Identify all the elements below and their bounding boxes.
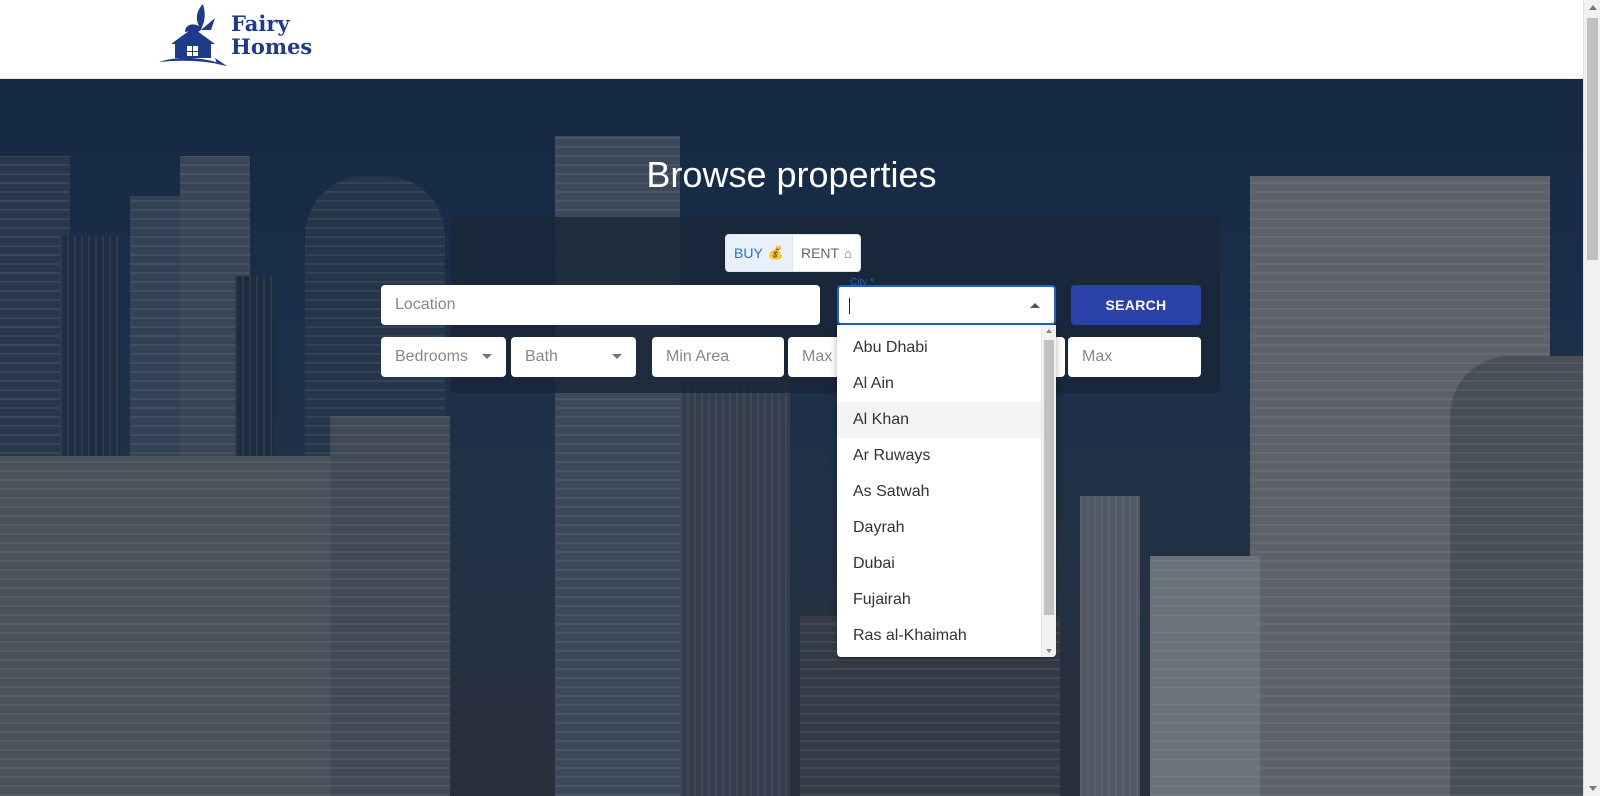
page-scroll-thumb[interactable] [1587,18,1598,260]
brand-name: Fairy Homes [231,12,312,58]
brand-line-1: Fairy [231,11,290,36]
scroll-up-icon[interactable] [1046,329,1052,333]
bedrooms-label: Bedrooms [395,348,468,365]
city-field-label: City * [850,277,874,288]
bath-label: Bath [525,348,558,365]
city-option[interactable]: Al Ain [837,366,1041,402]
dropdown-scroll-thumb[interactable] [1044,340,1054,615]
city-option[interactable]: Ras al-Khaimah [837,618,1041,654]
location-placeholder: Location [395,296,456,313]
page: Fairy Homes Browse properties BUY 💰 RENT… [0,0,1600,796]
city-dropdown-list: Abu Dhabi Al Ain Al Khan Ar Ruways As Satwah… [837,325,1056,657]
buy-rent-toggle: BUY 💰 RENT ⌂ [725,234,861,272]
money-bag-icon: 💰 [767,245,784,260]
scroll-down-icon[interactable] [1589,786,1597,791]
chevron-up-icon[interactable] [1030,303,1040,308]
search-button[interactable]: SEARCH [1071,285,1201,325]
city-option[interactable]: Dubai [837,546,1041,582]
text-cursor [849,298,850,314]
city-option[interactable]: Dayrah [837,510,1041,546]
page-scrollbar[interactable] [1583,0,1600,796]
city-option[interactable]: Abu Dhabi [837,330,1041,366]
location-input[interactable]: Location [381,285,820,325]
buy-label: BUY [734,245,763,261]
max-price-placeholder: Max [1082,348,1113,365]
dropdown-scrollbar[interactable] [1041,325,1056,657]
brand-line-2: Homes [231,34,313,59]
city-option[interactable]: As Satwah [837,474,1041,510]
brand-logo[interactable]: Fairy Homes [157,0,317,70]
bedrooms-select[interactable]: Bedrooms [381,337,506,377]
max-area-placeholder: Max [802,348,833,365]
bath-select[interactable]: Bath [511,337,636,377]
rent-label: RENT [800,245,840,261]
chevron-down-icon [612,354,622,359]
max-price-input[interactable]: Max [1068,337,1201,377]
scroll-down-icon[interactable] [1046,649,1052,653]
city-option[interactable]: Al Khan [837,402,1041,438]
scroll-up-icon[interactable] [1589,5,1597,10]
city-options: Abu Dhabi Al Ain Al Khan Ar Ruways As Satwah… [837,325,1056,654]
page-title: Browse properties [646,154,937,195]
city-option[interactable]: Ar Ruways [837,438,1041,474]
min-area-input[interactable]: Min Area [652,337,784,377]
buy-toggle-button[interactable]: BUY 💰 [726,235,793,271]
min-area-placeholder: Min Area [666,348,730,365]
house-icon: ⌂ [844,245,852,261]
city-option[interactable]: Fujairah [837,582,1041,618]
city-select-input[interactable] [837,285,1056,325]
top-header: Fairy Homes [0,0,1583,79]
chevron-down-icon [482,354,492,359]
fairy-house-logo-icon [159,4,227,66]
rent-toggle-button[interactable]: RENT ⌂ [793,235,860,271]
